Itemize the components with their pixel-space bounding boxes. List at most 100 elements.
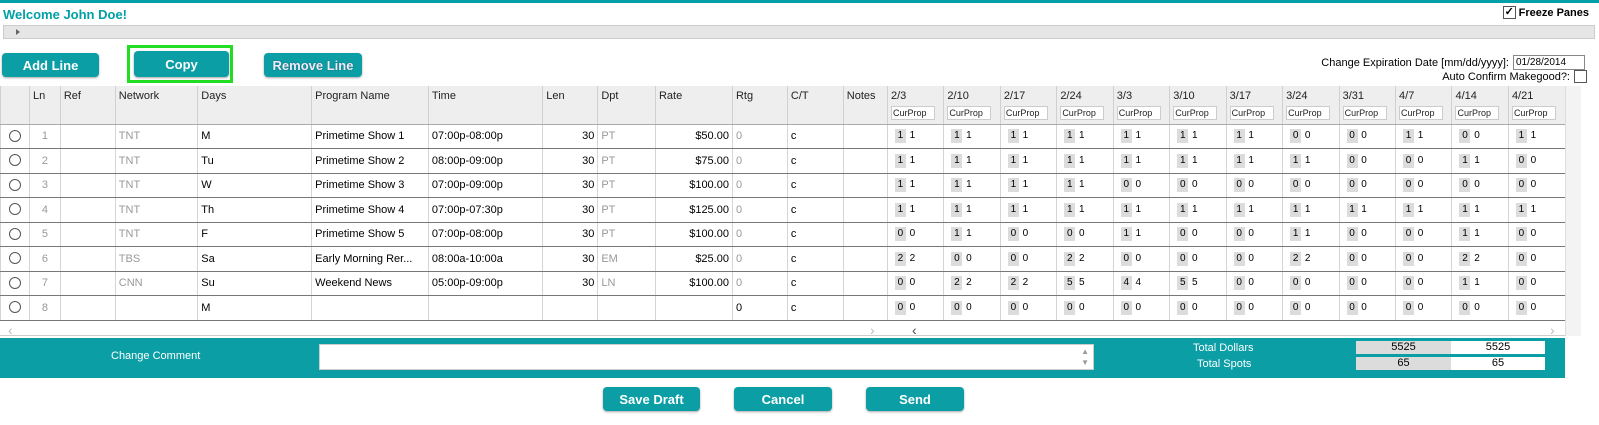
proposed-spots[interactable]: 0 (1189, 227, 1201, 242)
network-cell[interactable]: TNT (114, 173, 198, 198)
proposed-spots[interactable]: 1 (1358, 202, 1370, 217)
proposed-spots[interactable]: 0 (1132, 251, 1144, 266)
rating-cell[interactable]: 0 (731, 148, 788, 174)
proposed-spots[interactable]: 1 (1132, 129, 1144, 144)
week-spot-cell[interactable]: 55 (1056, 271, 1114, 296)
proposed-spots[interactable]: 0 (906, 276, 918, 291)
copy-button[interactable]: Copy (134, 51, 229, 77)
ct-cell[interactable]: c (786, 148, 844, 174)
week-spot-cell[interactable]: 11 (999, 197, 1057, 223)
week-header[interactable]: 3/31 CurProp (1338, 86, 1396, 125)
rate-cell[interactable] (654, 295, 733, 321)
proposed-spots[interactable]: 0 (1358, 129, 1370, 144)
ct-cell[interactable]: c (786, 222, 844, 247)
length-cell[interactable]: 30 (542, 124, 598, 149)
row-select-radio[interactable] (9, 129, 21, 142)
program-name-cell[interactable]: Primetime Show 1 (311, 124, 429, 149)
week-spot-cell[interactable]: 11 (1225, 148, 1283, 174)
ct-cell[interactable]: c (786, 173, 844, 198)
time-cell[interactable]: 05:00p-09:00p (427, 271, 543, 296)
week-spot-cell[interactable]: 22 (943, 271, 1001, 296)
week-spot-cell[interactable]: 11 (1451, 271, 1509, 296)
week-header[interactable]: 4/21 CurProp (1507, 86, 1565, 125)
proposed-spots[interactable]: 1 (906, 153, 918, 168)
rate-cell[interactable]: $100.00 (654, 173, 733, 198)
line-number[interactable]: 7 (29, 271, 61, 296)
week-spot-cell[interactable]: 22 (1282, 246, 1340, 272)
row-select-radio[interactable] (9, 154, 21, 167)
cancel-button[interactable]: Cancel (734, 387, 832, 411)
week-spot-cell[interactable]: 11 (1282, 222, 1340, 247)
proposed-spots[interactable]: 0 (1527, 300, 1539, 315)
proposed-spots[interactable]: 0 (1302, 276, 1314, 291)
row-select-radio[interactable] (9, 252, 21, 265)
week-spot-cell[interactable]: 00 (1507, 295, 1565, 321)
week-spot-cell[interactable]: 11 (1056, 148, 1114, 174)
program-name-cell[interactable]: Early Morning Rer... (311, 246, 429, 272)
rate-cell[interactable]: $100.00 (654, 222, 733, 247)
week-spot-cell[interactable]: 11 (1451, 148, 1509, 174)
proposed-spots[interactable]: 0 (1415, 276, 1427, 291)
proposed-spots[interactable]: 1 (963, 202, 975, 217)
week-spot-cell[interactable]: 11 (1056, 173, 1114, 198)
ct-cell[interactable]: c (786, 197, 844, 223)
network-cell[interactable]: TNT (114, 197, 198, 223)
week-header[interactable]: 3/10 CurProp (1169, 86, 1227, 125)
week-spot-cell[interactable]: 00 (1338, 271, 1396, 296)
week-spot-cell[interactable]: 11 (999, 148, 1057, 174)
week-spot-cell[interactable]: 22 (1056, 246, 1114, 272)
week-spot-cell[interactable]: 11 (1451, 222, 1509, 247)
notes-cell[interactable] (842, 271, 888, 296)
rating-cell[interactable]: 0 (731, 295, 788, 321)
week-spot-cell[interactable]: 00 (1338, 173, 1396, 198)
scroll-left-icon[interactable]: ‹ (8, 322, 13, 338)
table-row[interactable]: 2 TNT Tu Primetime Show 2 08:00p-09:00p 30 PT $… (0, 148, 1565, 174)
proposed-spots[interactable]: 1 (1471, 276, 1483, 291)
rating-cell[interactable]: 0 (731, 222, 788, 247)
column-header[interactable]: Rtg (731, 86, 788, 125)
ref-cell[interactable] (59, 148, 116, 174)
week-spot-cell[interactable]: 00 (1169, 222, 1227, 247)
proposed-spots[interactable]: 1 (1132, 153, 1144, 168)
proposed-spots[interactable]: 1 (1415, 202, 1427, 217)
column-header[interactable]: Time (427, 86, 543, 125)
proposed-spots[interactable]: 1 (906, 129, 918, 144)
week-spot-cell[interactable]: 11 (1169, 197, 1227, 223)
week-spot-cell[interactable]: 00 (1169, 295, 1227, 321)
week-spot-cell[interactable]: 00 (999, 222, 1057, 247)
length-cell[interactable]: 30 (542, 222, 598, 247)
proposed-spots[interactable]: 0 (1415, 300, 1427, 315)
proposed-spots[interactable]: 4 (1132, 276, 1144, 291)
week-spot-cell[interactable]: 11 (1112, 124, 1170, 149)
ct-cell[interactable]: c (786, 295, 844, 321)
week-spot-cell[interactable]: 00 (1507, 222, 1565, 247)
line-number[interactable]: 6 (29, 246, 61, 272)
program-name-cell[interactable]: Weekend News (311, 271, 429, 296)
proposed-spots[interactable]: 1 (1302, 153, 1314, 168)
network-cell[interactable]: TNT (114, 148, 198, 174)
proposed-spots[interactable]: 1 (963, 178, 975, 193)
proposed-spots[interactable]: 0 (1471, 129, 1483, 144)
column-header[interactable]: Notes (842, 86, 888, 125)
scroll-down-icon[interactable]: ▼ (1081, 358, 1089, 367)
week-spot-cell[interactable]: 00 (1282, 124, 1340, 149)
proposed-spots[interactable]: 1 (1189, 202, 1201, 217)
weeks-scroll-left-icon[interactable]: ‹ (912, 322, 917, 338)
length-cell[interactable]: 30 (542, 197, 598, 223)
proposed-spots[interactable]: 0 (1019, 227, 1031, 242)
notes-cell[interactable] (842, 246, 888, 272)
network-cell[interactable]: TBS (114, 246, 198, 272)
notes-cell[interactable] (842, 173, 888, 198)
proposed-spots[interactable]: 1 (1189, 153, 1201, 168)
proposed-spots[interactable]: 0 (1302, 178, 1314, 193)
column-header[interactable]: Ref (59, 86, 116, 125)
table-row[interactable]: 4 TNT Th Primetime Show 4 07:00p-07:30p 30 PT $… (0, 197, 1565, 223)
network-cell[interactable] (114, 295, 198, 321)
week-spot-cell[interactable]: 11 (886, 148, 944, 174)
week-spot-cell[interactable]: 11 (886, 173, 944, 198)
table-row[interactable]: 6 TBS Sa Early Morning Rer... 08:00a-10:00a 3… (0, 246, 1565, 272)
week-header[interactable]: 2/3 CurProp (886, 86, 944, 125)
days-cell[interactable]: M (197, 124, 312, 149)
proposed-spots[interactable]: 2 (1471, 251, 1483, 266)
scroll-right-icon[interactable]: › (870, 322, 875, 338)
